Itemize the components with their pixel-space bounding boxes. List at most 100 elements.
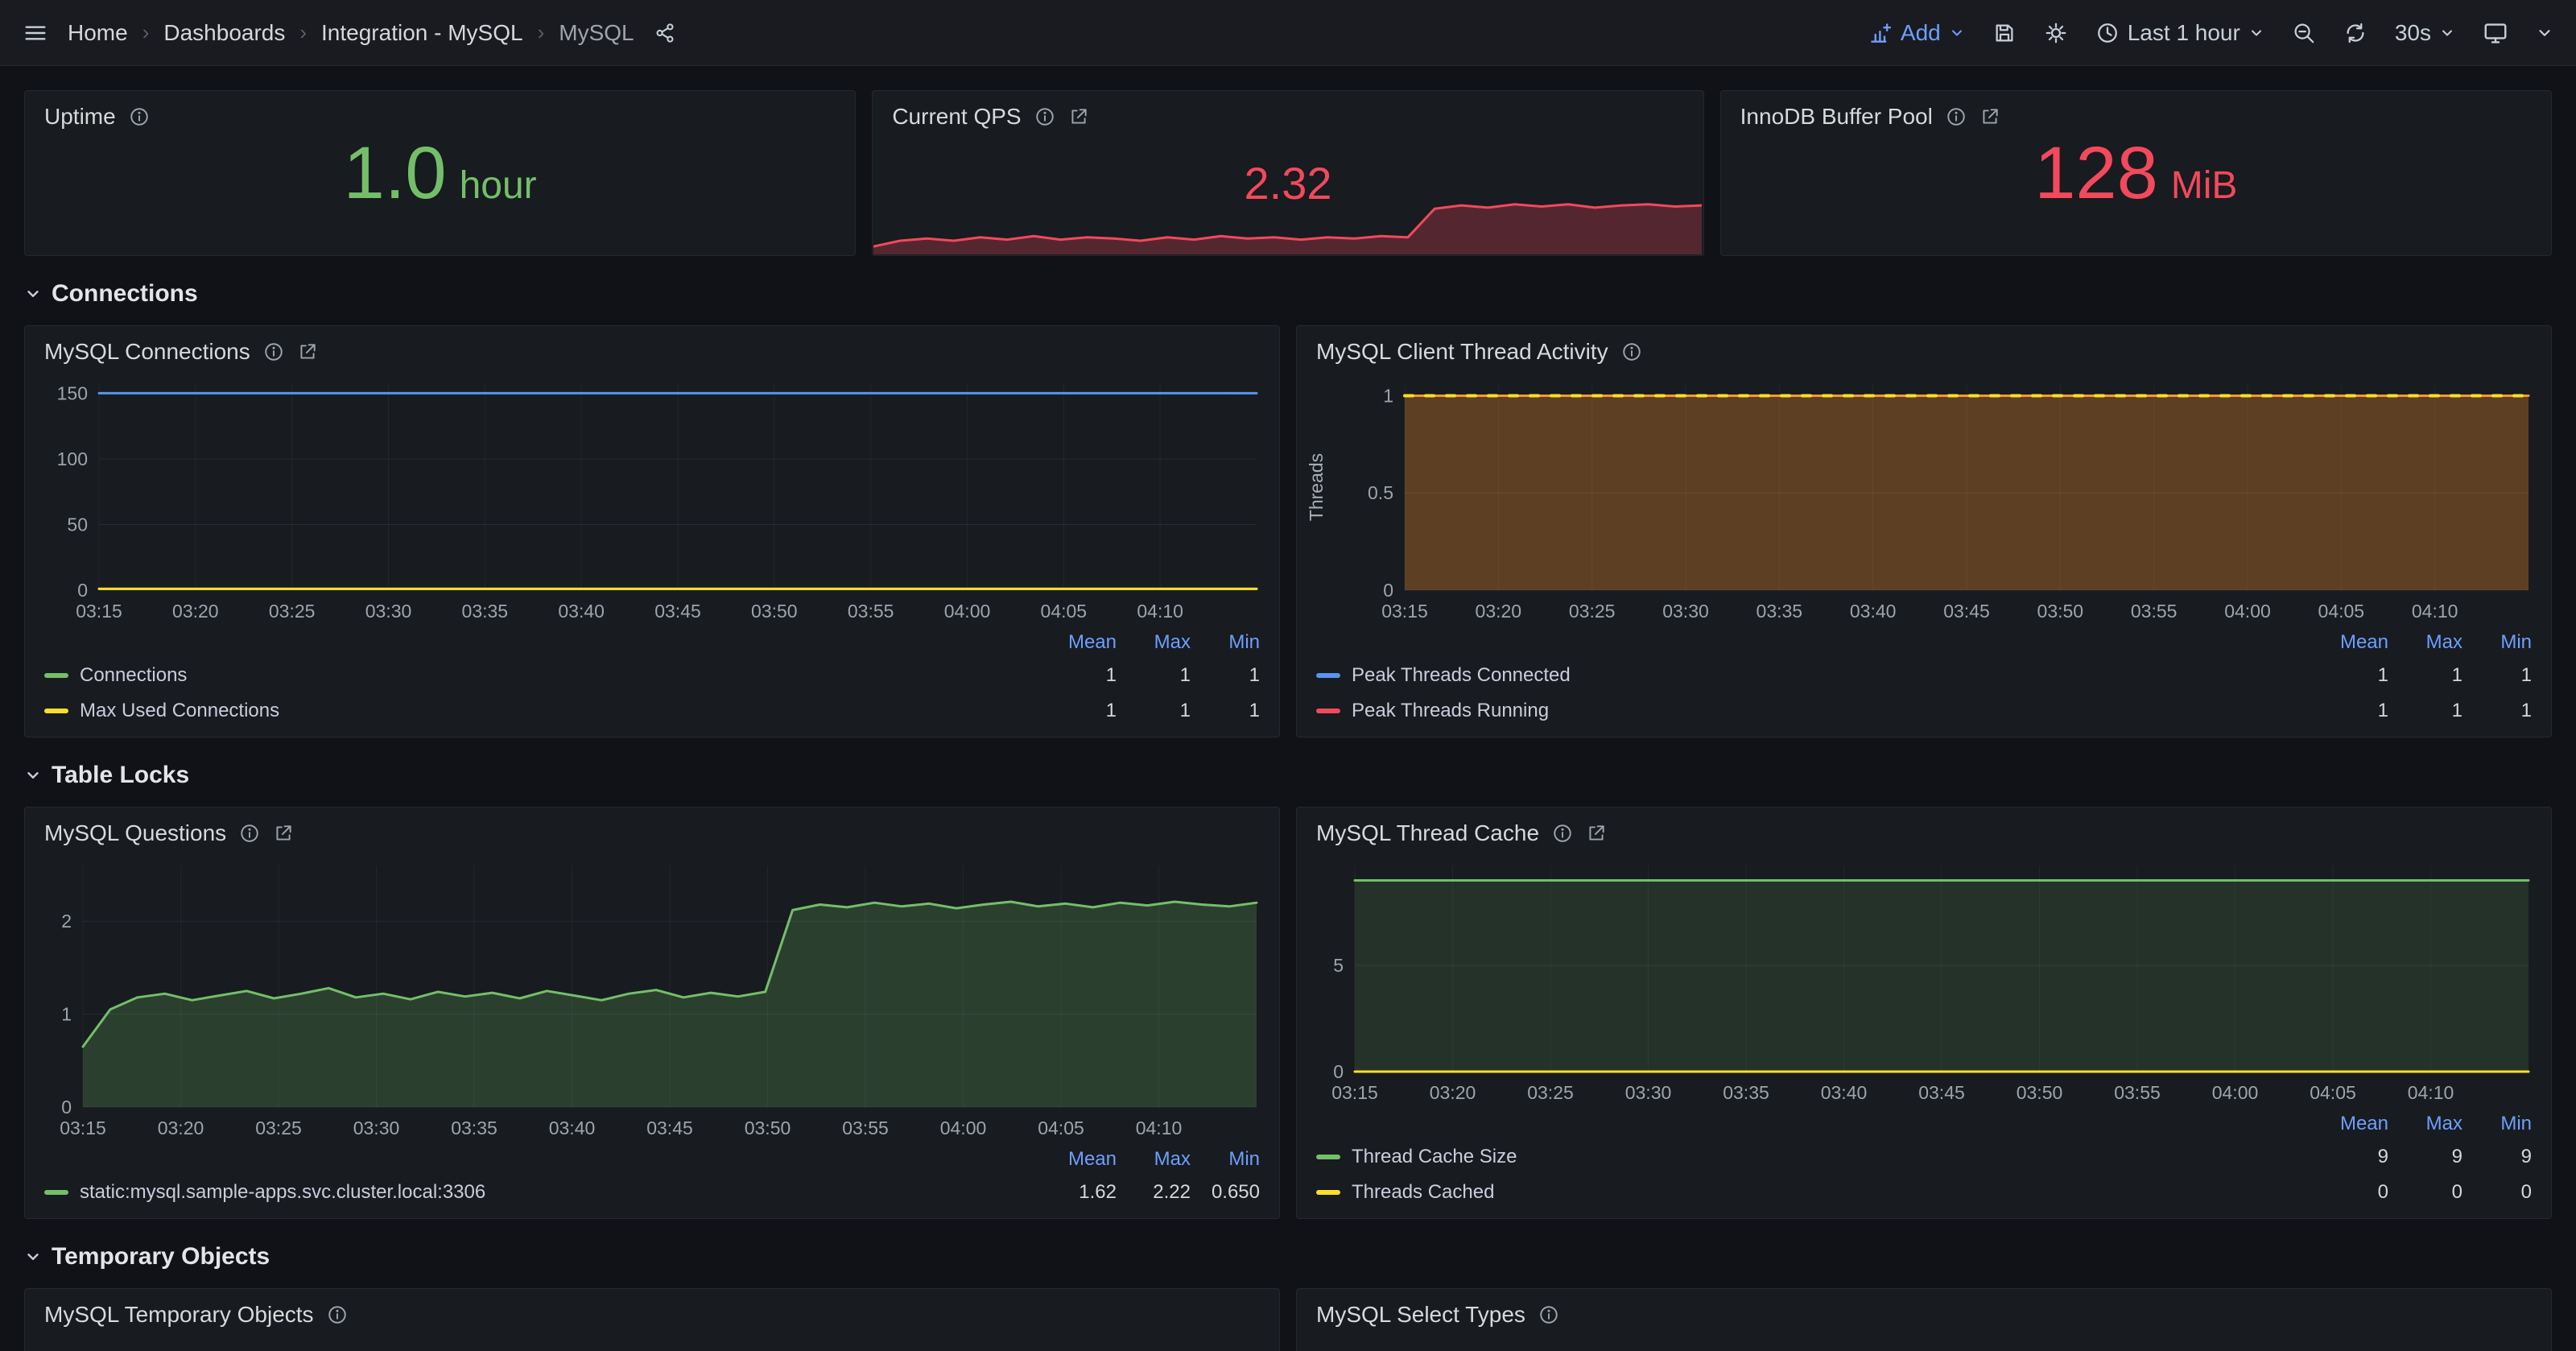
share-icon[interactable]	[654, 22, 676, 44]
section-header-temporary-objects[interactable]: Temporary Objects	[24, 1243, 2552, 1270]
svg-text:03:55: 03:55	[842, 1118, 889, 1138]
nav-more-chevron-icon[interactable]	[2536, 24, 2553, 42]
panel-title[interactable]: MySQL Select Types	[1316, 1302, 1525, 1328]
panel-title[interactable]: MySQL Client Thread Activity	[1316, 339, 1608, 365]
info-icon[interactable]	[239, 823, 260, 844]
tv-mode-icon[interactable]	[2483, 20, 2508, 46]
legend-header-min[interactable]: Min	[2462, 1113, 2532, 1135]
section-header-table-locks[interactable]: Table Locks	[24, 762, 2552, 789]
legend-header-min[interactable]: Min	[1191, 1148, 1260, 1171]
external-link-icon[interactable]	[1586, 823, 1607, 844]
breadcrumb-integration-mysql[interactable]: Integration - MySQL	[321, 20, 523, 46]
innodb-unit: MiB	[2171, 163, 2238, 208]
legend-header-max[interactable]: Max	[2388, 1113, 2462, 1135]
time-series-plot[interactable]: 03:1503:2003:2503:3003:3503:4003:4503:50…	[1303, 856, 2538, 1107]
section-header-connections[interactable]: Connections	[24, 280, 2552, 308]
legend-series-name[interactable]: Threads Cached	[1316, 1181, 2314, 1204]
svg-text:5: 5	[1333, 955, 1344, 976]
svg-text:03:30: 03:30	[365, 601, 412, 622]
time-series-plot[interactable]: 03:1503:2003:2503:3003:3503:4003:4503:50…	[1303, 374, 2538, 626]
series-swatch	[44, 709, 68, 713]
info-icon[interactable]	[1552, 823, 1573, 844]
legend-max: 0	[2388, 1181, 2462, 1204]
dashboard-settings-icon[interactable]	[2044, 21, 2068, 45]
zoom-out-time-icon[interactable]	[2292, 21, 2316, 45]
breadcrumb-home[interactable]: Home	[68, 20, 128, 46]
innodb-value: 128	[2034, 136, 2158, 210]
save-dashboard-icon[interactable]	[1992, 21, 2017, 45]
svg-text:04:10: 04:10	[2412, 601, 2458, 622]
svg-text:Threads: Threads	[1306, 453, 1327, 521]
series-swatch	[44, 673, 68, 678]
svg-text:03:15: 03:15	[1331, 1082, 1378, 1103]
legend-series-name[interactable]: Thread Cache Size	[1316, 1146, 2314, 1168]
legend-header-mean[interactable]: Mean	[2314, 1113, 2388, 1135]
info-icon[interactable]	[1538, 1304, 1559, 1325]
svg-text:03:50: 03:50	[751, 601, 798, 622]
svg-text:03:45: 03:45	[1943, 601, 1990, 622]
hamburger-menu-icon[interactable]	[23, 20, 48, 46]
legend-header-mean[interactable]: Mean	[1042, 631, 1117, 654]
legend-header-mean[interactable]: Mean	[2314, 631, 2388, 654]
panel-title[interactable]: MySQL Questions	[44, 820, 226, 846]
legend-series-name[interactable]: Peak Threads Connected	[1316, 664, 2314, 687]
svg-text:04:00: 04:00	[944, 601, 991, 622]
external-link-icon[interactable]	[1068, 106, 1089, 127]
refresh-button[interactable]	[2343, 21, 2368, 45]
legend-header-max[interactable]: Max	[1117, 1148, 1191, 1171]
svg-text:03:20: 03:20	[1430, 1082, 1476, 1103]
refresh-interval-dropdown[interactable]: 30s	[2395, 20, 2455, 46]
panel-title[interactable]: InnoDB Buffer Pool	[1740, 104, 1933, 130]
legend-header-mean[interactable]: Mean	[1042, 1148, 1117, 1171]
legend-series-name[interactable]: static:mysql.sample-apps.svc.cluster.loc…	[44, 1181, 1042, 1204]
svg-text:03:50: 03:50	[745, 1118, 791, 1138]
svg-text:0.5: 0.5	[1368, 482, 1393, 503]
panel-title[interactable]: MySQL Connections	[44, 339, 250, 365]
info-icon[interactable]	[263, 341, 284, 362]
legend-max: 1	[2388, 664, 2462, 687]
time-range-picker[interactable]: Last 1 hour	[2095, 20, 2264, 46]
external-link-icon[interactable]	[1979, 106, 2000, 127]
legend-series-name[interactable]: Connections	[44, 664, 1042, 687]
svg-text:03:25: 03:25	[269, 601, 316, 622]
qps-sparkline[interactable]	[873, 184, 1702, 254]
svg-text:03:50: 03:50	[2037, 601, 2084, 622]
panel-title[interactable]: Uptime	[44, 104, 116, 130]
external-link-icon[interactable]	[273, 823, 294, 844]
svg-text:03:15: 03:15	[60, 1118, 106, 1138]
info-icon[interactable]	[327, 1304, 348, 1325]
legend-series-name[interactable]: Peak Threads Running	[1316, 700, 2314, 722]
panel-title[interactable]: MySQL Temporary Objects	[44, 1302, 314, 1328]
legend-header-max[interactable]: Max	[1117, 631, 1191, 654]
add-panel-button[interactable]: Add	[1868, 20, 1965, 46]
panel-current-qps: Current QPS 2.32	[872, 90, 1703, 256]
svg-text:03:25: 03:25	[1527, 1082, 1574, 1103]
info-icon[interactable]	[1621, 341, 1642, 362]
svg-text:0: 0	[1383, 580, 1393, 601]
refresh-interval-label: 30s	[2395, 20, 2431, 46]
info-icon[interactable]	[1034, 106, 1055, 127]
svg-text:04:10: 04:10	[1137, 601, 1183, 622]
breadcrumb-dashboards[interactable]: Dashboards	[163, 20, 285, 46]
svg-text:04:05: 04:05	[1038, 1118, 1084, 1138]
legend: Mean Max Min Thread Cache Size 9 9 9 Thr…	[1297, 1107, 2551, 1218]
legend-row: static:mysql.sample-apps.svc.cluster.loc…	[44, 1175, 1260, 1210]
time-series-plot[interactable]: 03:1503:2003:2503:3003:3503:4003:4503:50…	[31, 374, 1266, 626]
time-series-plot[interactable]: 03:1503:2003:2503:3003:3503:4003:4503:50…	[31, 856, 1266, 1142]
svg-text:03:55: 03:55	[848, 601, 894, 622]
panel-title[interactable]: MySQL Thread Cache	[1316, 820, 1539, 846]
panel-mysql-connections: MySQL Connections 03:1503:2003:2503:3003…	[24, 325, 1280, 737]
external-link-icon[interactable]	[297, 341, 318, 362]
legend-header-min[interactable]: Min	[1191, 631, 1260, 654]
info-icon[interactable]	[1946, 106, 1967, 127]
info-icon[interactable]	[129, 106, 150, 127]
legend-header-min[interactable]: Min	[2462, 631, 2532, 654]
svg-text:03:35: 03:35	[451, 1118, 497, 1138]
svg-text:03:25: 03:25	[255, 1118, 302, 1138]
clock-icon	[2095, 21, 2120, 45]
svg-text:150: 150	[57, 382, 88, 403]
svg-text:100: 100	[57, 448, 88, 469]
legend-header-max[interactable]: Max	[2388, 631, 2462, 654]
legend-series-name[interactable]: Max Used Connections	[44, 700, 1042, 722]
panel-title[interactable]: Current QPS	[892, 104, 1021, 130]
